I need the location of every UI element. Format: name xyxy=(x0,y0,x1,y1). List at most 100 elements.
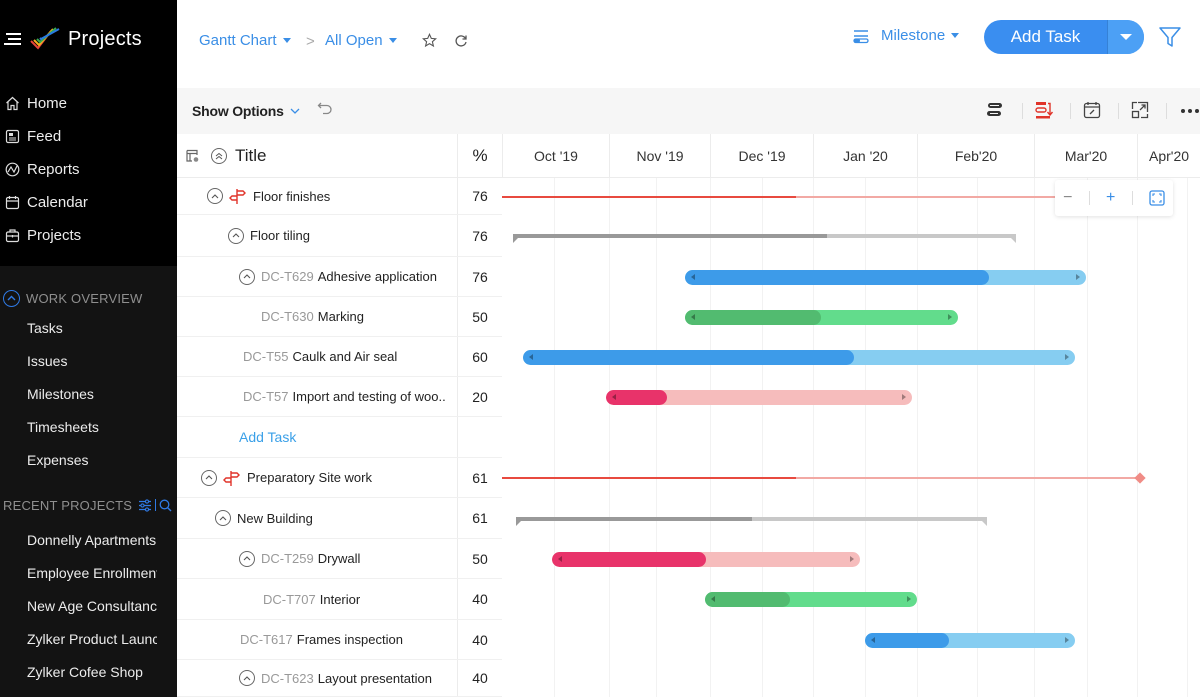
sidebar-item-reports[interactable]: Reports xyxy=(4,157,80,181)
drag-handle-left-icon[interactable] xyxy=(558,555,563,562)
drag-handle-right-icon[interactable] xyxy=(1075,273,1080,280)
task-id[interactable]: DC-T623 xyxy=(261,671,314,686)
table-row[interactable]: DC-T259 Drywall 50 xyxy=(177,539,502,579)
task-name[interactable]: Layout presentation xyxy=(318,671,432,686)
tasklist-progress-line[interactable] xyxy=(512,234,827,238)
sidebar-item-calendar[interactable]: Calendar xyxy=(4,190,88,214)
drag-handle-right-icon[interactable] xyxy=(906,596,911,602)
show-options-dropdown[interactable]: Show Options xyxy=(192,103,300,119)
table-row[interactable]: DC-T629 Adhesive application 76 xyxy=(177,257,502,297)
percent-column-header[interactable]: % xyxy=(457,134,502,178)
add-task-dropdown[interactable] xyxy=(1107,20,1144,54)
task-bar[interactable] xyxy=(523,349,1076,365)
drag-handle-left-icon[interactable] xyxy=(529,353,534,360)
add-task-label[interactable]: Add Task xyxy=(984,20,1107,54)
column-settings-icon[interactable] xyxy=(185,148,201,164)
sidebar-item-milestones[interactable]: Milestones xyxy=(27,386,157,402)
sidebar-item-expenses[interactable]: Expenses xyxy=(27,452,157,468)
filter-settings-icon[interactable] xyxy=(138,498,152,512)
drag-handle-left-icon[interactable] xyxy=(710,596,715,602)
table-row[interactable]: Floor finishes 76 xyxy=(177,178,502,215)
sidebar-item-tasks[interactable]: Tasks xyxy=(27,320,157,336)
task-bar[interactable] xyxy=(684,269,1086,285)
collapse-toggle-icon[interactable] xyxy=(239,670,255,686)
sidebar-item-feed[interactable]: Feed xyxy=(4,124,61,148)
drag-handle-right-icon[interactable] xyxy=(1065,353,1070,360)
drag-handle-left-icon[interactable] xyxy=(690,273,695,280)
drag-handle-right-icon[interactable] xyxy=(901,393,906,400)
sidebar-item-issues[interactable]: Issues xyxy=(27,353,157,369)
drag-handle-left-icon[interactable] xyxy=(871,636,875,643)
collapse-toggle-icon[interactable] xyxy=(239,268,255,285)
recent-project-item[interactable]: Zylker Cofee Shop xyxy=(27,664,157,680)
undo-icon[interactable] xyxy=(317,101,333,115)
recent-project-item[interactable]: Donnelly Apartments xyxy=(27,532,157,548)
task-bar[interactable] xyxy=(552,551,860,567)
table-row[interactable]: Floor tiling 76 xyxy=(177,215,502,257)
task-name[interactable]: Preparatory Site work xyxy=(247,470,372,485)
table-row[interactable]: DC-T55 Caulk and Air seal 60 xyxy=(177,337,502,377)
task-id[interactable]: DC-T55 xyxy=(243,349,289,364)
search-icon[interactable] xyxy=(159,499,172,512)
bar-layout-icon[interactable] xyxy=(985,100,1005,120)
task-name[interactable]: Floor tiling xyxy=(250,228,310,243)
table-row[interactable]: DC-T630 Marking 50 xyxy=(177,297,502,337)
title-column-header[interactable]: Title xyxy=(185,146,267,166)
expand-icon[interactable] xyxy=(1130,100,1150,120)
collapse-all-icon[interactable] xyxy=(211,148,227,164)
task-bar[interactable] xyxy=(704,592,917,607)
hamburger-menu-icon[interactable] xyxy=(4,32,21,46)
more-options-icon[interactable] xyxy=(1180,108,1200,114)
refresh-icon[interactable] xyxy=(454,34,468,48)
collapse-toggle-icon[interactable] xyxy=(201,469,217,486)
milestone-remaining-line[interactable] xyxy=(795,477,1141,479)
add-task-row[interactable]: Add Task xyxy=(177,417,502,458)
sidebar-item-home[interactable]: Home xyxy=(4,91,67,115)
task-name[interactable]: Marking xyxy=(318,309,364,324)
drag-handle-left-icon[interactable] xyxy=(690,313,695,320)
table-row[interactable]: New Building 61 xyxy=(177,498,502,539)
task-bar[interactable] xyxy=(684,309,958,325)
task-name[interactable]: Adhesive application xyxy=(318,269,437,284)
task-name[interactable]: Drywall xyxy=(318,551,361,566)
task-id[interactable]: DC-T259 xyxy=(261,551,314,566)
task-id[interactable]: DC-T57 xyxy=(243,389,289,404)
milestone-progress-line[interactable] xyxy=(502,477,796,479)
task-name[interactable]: Import and testing of woo.. xyxy=(293,389,446,404)
drag-handle-right-icon[interactable] xyxy=(849,555,854,562)
table-row[interactable]: DC-T617 Frames inspection 40 xyxy=(177,620,502,660)
calendar-edit-icon[interactable] xyxy=(1082,100,1102,120)
recent-project-item[interactable]: New Age Consultancy xyxy=(27,598,157,614)
collapse-toggle-icon[interactable] xyxy=(207,188,223,204)
group-by-dropdown[interactable]: Milestone xyxy=(853,27,960,44)
milestone-progress-line[interactable] xyxy=(502,195,796,198)
table-row[interactable]: DC-T623 Layout presentation 40 xyxy=(177,660,502,697)
task-name[interactable]: Floor finishes xyxy=(253,189,330,204)
star-icon[interactable] xyxy=(422,33,437,48)
task-name[interactable]: Caulk and Air seal xyxy=(293,349,398,364)
task-id[interactable]: DC-T617 xyxy=(240,632,293,647)
tasklist-remaining-line[interactable] xyxy=(826,234,1017,238)
recent-project-item[interactable]: Employee Enrollment xyxy=(27,565,157,581)
task-id[interactable]: DC-T629 xyxy=(261,269,314,284)
fit-to-screen-icon[interactable] xyxy=(1149,190,1165,206)
filter-icon[interactable] xyxy=(1158,25,1182,49)
recent-project-item[interactable]: Zylker Product Launch xyxy=(27,631,157,647)
task-bar[interactable] xyxy=(865,632,1076,648)
sidebar-item-projects[interactable]: Projects xyxy=(4,223,81,247)
work-overview-heading[interactable]: WORK OVERVIEW xyxy=(3,288,142,308)
table-row[interactable]: DC-T57 Import and testing of woo.. 20 xyxy=(177,377,502,417)
table-row[interactable]: Preparatory Site work 61 xyxy=(177,458,502,498)
tasklist-progress-line[interactable] xyxy=(515,516,752,521)
task-name[interactable]: Interior xyxy=(320,592,360,607)
add-task-button[interactable]: Add Task xyxy=(984,20,1144,54)
zoom-out-button[interactable]: − xyxy=(1063,189,1072,207)
collapse-toggle-icon[interactable] xyxy=(228,227,244,244)
drag-handle-right-icon[interactable] xyxy=(947,313,952,320)
collapse-toggle-icon[interactable] xyxy=(239,550,255,567)
sidebar-item-timesheets[interactable]: Timesheets xyxy=(27,419,157,435)
task-name[interactable]: Frames inspection xyxy=(297,632,403,647)
task-name[interactable]: New Building xyxy=(237,511,313,526)
critical-path-icon[interactable] xyxy=(1034,100,1054,120)
collapse-toggle-icon[interactable] xyxy=(215,510,231,526)
